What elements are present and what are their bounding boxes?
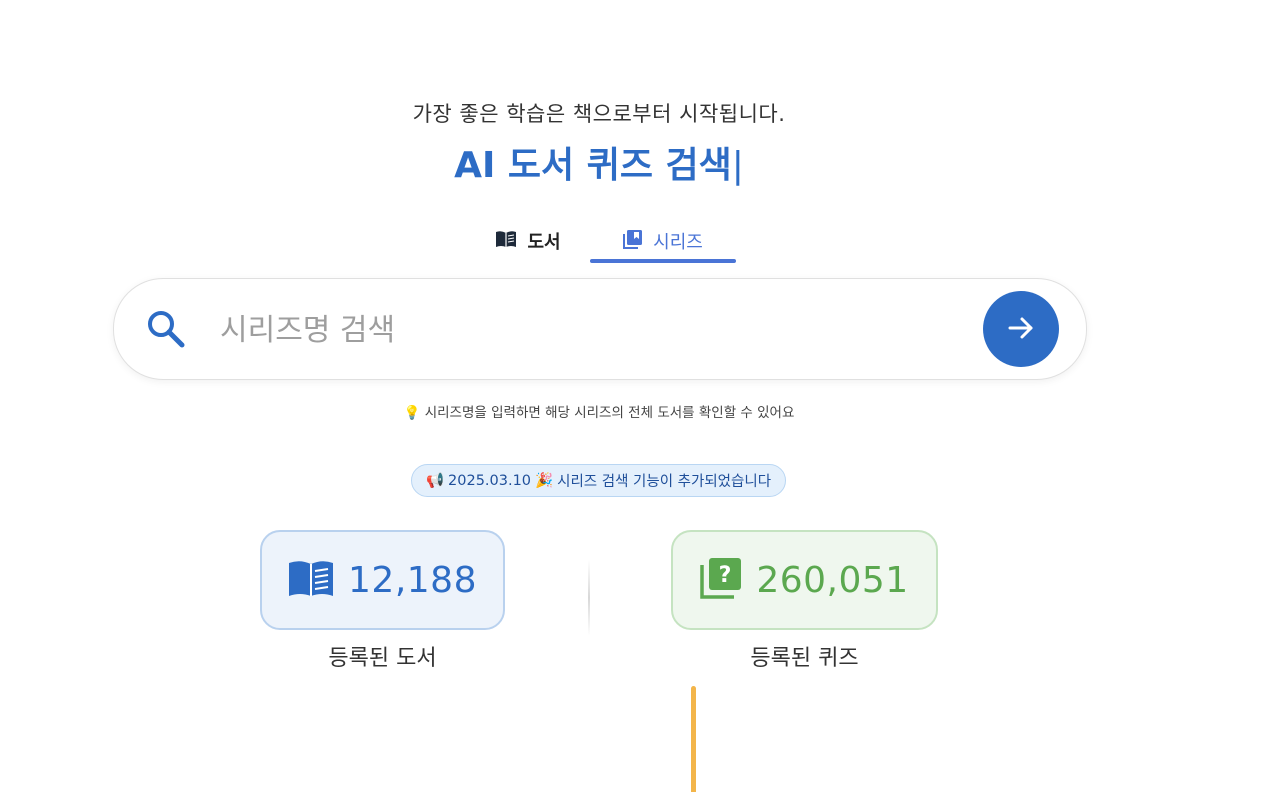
quiz-count-label: 등록된 퀴즈 [750, 646, 859, 671]
active-tab-indicator [590, 259, 736, 263]
search-input[interactable] [218, 305, 962, 355]
book-count-card: 12,188 [260, 530, 505, 630]
page-subtitle: 가장 좋은 학습은 책으로부터 시작됩니다. [412, 102, 786, 126]
search-mode-tabs: 도서 시리즈 [478, 222, 738, 264]
book-open-icon [495, 230, 517, 253]
tab-books-label: 도서 [527, 232, 561, 253]
update-notice-badge[interactable]: 📢 2025.03.10 🎉 시리즈 검색 기능이 추가되었습니다 [411, 464, 786, 497]
quiz-count-value: 260,051 [756, 559, 909, 601]
search-hint: 💡 시리즈명을 입력하면 해당 시리즈의 전체 도서를 확인할 수 있어요 [0, 401, 1198, 421]
text-cursor: | [731, 145, 744, 186]
page-title: AI 도서 퀴즈 검색| [0, 136, 1198, 188]
search-submit-button[interactable] [983, 291, 1059, 367]
search-icon [146, 309, 186, 349]
book-icon [288, 559, 334, 601]
quiz-count-card: ? 260,051 [671, 530, 938, 630]
megaphone-icon: 📢 [425, 473, 445, 489]
party-popper-icon: 🎉 [535, 473, 554, 489]
library-books-icon [623, 229, 643, 254]
accent-bar [691, 686, 696, 792]
search-box [113, 278, 1087, 380]
quiz-icon: ? [700, 557, 742, 603]
book-count-value: 12,188 [348, 559, 477, 601]
book-count-label: 등록된 도서 [328, 646, 437, 671]
lightbulb-icon: 💡 [403, 405, 421, 421]
svg-text:?: ? [719, 563, 732, 588]
stats-divider [588, 560, 590, 636]
tab-series-label: 시리즈 [653, 232, 703, 253]
arrow-right-icon [1004, 311, 1038, 348]
tab-series[interactable]: 시리즈 [590, 222, 736, 260]
tab-books[interactable]: 도서 [478, 222, 578, 260]
search-hint-text: 시리즈명을 입력하면 해당 시리즈의 전체 도서를 확인할 수 있어요 [424, 405, 795, 421]
page-title-text: AI 도서 퀴즈 검색 [454, 145, 732, 186]
notice-text: 시리즈 검색 기능이 추가되었습니다 [557, 474, 772, 490]
notice-date: 2025.03.10 [448, 472, 532, 489]
page: 가장 좋은 학습은 책으로부터 시작됩니다. AI 도서 퀴즈 검색| 도서 시… [0, 0, 1280, 792]
